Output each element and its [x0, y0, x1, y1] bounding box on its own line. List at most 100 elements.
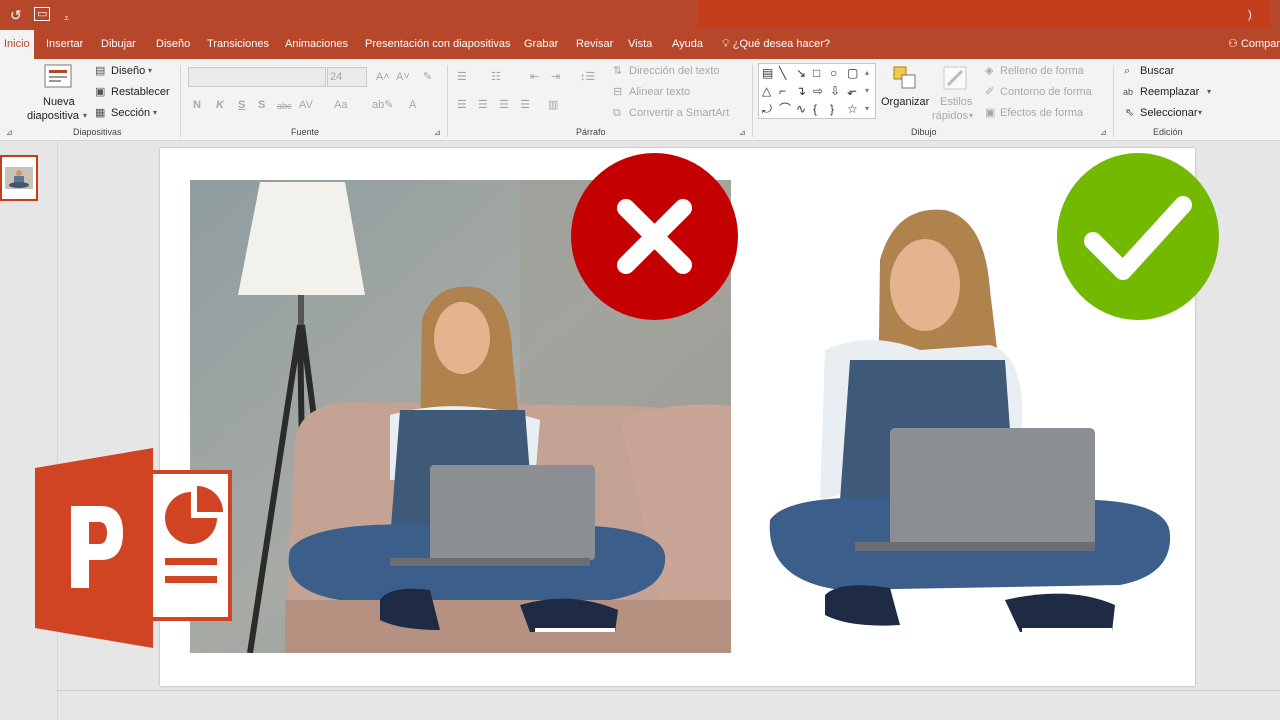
effects-icon: ▣	[985, 107, 996, 119]
bullets-icon[interactable]: ☰	[457, 70, 467, 84]
align-right-icon[interactable]: ☰	[499, 98, 509, 112]
right-brace-shape-icon[interactable]: }	[830, 102, 834, 116]
font-color-icon[interactable]: A	[409, 98, 416, 112]
lightbulb-icon: 💡︎	[722, 38, 730, 50]
char-spacing-button[interactable]: AV	[299, 98, 313, 112]
tab-grabar[interactable]: Grabar	[524, 30, 558, 59]
line-shape-icon[interactable]: ╲	[779, 66, 786, 80]
right-arrow-shape-icon[interactable]: ⇨	[813, 84, 823, 98]
justify-icon[interactable]: ☰	[520, 98, 530, 112]
font-size-box[interactable]: 24	[327, 67, 367, 87]
chevron-down-icon[interactable]: ▾	[148, 64, 152, 78]
tab-diseno[interactable]: Diseño	[156, 30, 190, 59]
rounded-rect-shape-icon[interactable]: ▢	[847, 66, 858, 80]
tab-revisar[interactable]: Revisar	[576, 30, 613, 59]
shapes-gallery[interactable]: ▤ ╲ ↘ □ ○ ▢ △ ⌐ ↴ ⇨ ⇩ ⬐ ⤾ ⌒ ∿ { } ☆ ▴ ▾ …	[758, 63, 876, 119]
down-arrow-shape-icon[interactable]: ⇩	[830, 84, 840, 98]
arrow-line-shape-icon[interactable]: ↘	[796, 66, 806, 80]
chevron-down-icon[interactable]: ▾	[83, 109, 87, 123]
shape-outline-button[interactable]: Contorno de forma	[1000, 85, 1092, 99]
arrange-icon	[893, 66, 916, 89]
rectangle-shape-icon[interactable]: □	[813, 66, 820, 80]
oval-shape-icon[interactable]: ○	[830, 66, 837, 80]
tab-presentacion[interactable]: Presentación con diapositivas	[365, 30, 511, 59]
numbering-icon[interactable]: ☷	[491, 70, 501, 84]
align-center-icon[interactable]: ☰	[478, 98, 488, 112]
section-button[interactable]: Sección	[111, 106, 150, 120]
tab-insertar[interactable]: Insertar	[46, 30, 83, 59]
arrange-button[interactable]: Organizar	[881, 95, 929, 109]
clear-format-icon[interactable]: ✎	[423, 70, 432, 84]
gallery-more-icon[interactable]: ▾	[865, 102, 869, 116]
chevron-down-icon[interactable]: ▾	[153, 106, 157, 120]
shrink-font-icon[interactable]: A˅	[396, 70, 410, 84]
align-left-icon[interactable]: ☰	[457, 98, 467, 112]
chevron-down-icon[interactable]: ▾	[1207, 85, 1211, 99]
connector-shape-icon[interactable]: ↴	[796, 84, 806, 98]
gallery-down-icon[interactable]: ▾	[865, 84, 869, 98]
tell-me-box[interactable]: 💡︎ ¿Qué desea hacer?	[722, 30, 830, 59]
freeform-shape-icon[interactable]: ∿	[796, 102, 806, 116]
account-icon[interactable]: )	[1248, 6, 1252, 24]
reset-button[interactable]: Restablecer	[111, 85, 170, 99]
font-name-box[interactable]	[188, 67, 326, 87]
text-direction-button[interactable]: Dirección del texto	[629, 64, 720, 78]
curve-shape-icon[interactable]: ⤾	[762, 102, 772, 116]
quick-styles-label-1[interactable]: Estilos	[940, 95, 972, 109]
tab-inicio[interactable]: Inicio	[0, 30, 34, 59]
gallery-up-icon[interactable]: ▴	[865, 66, 869, 80]
increase-indent-icon[interactable]: ⇥	[551, 70, 560, 84]
line-spacing-icon[interactable]: ↕☰	[580, 70, 595, 84]
tab-vista[interactable]: Vista	[628, 30, 652, 59]
left-brace-shape-icon[interactable]: {	[813, 102, 817, 116]
highlight-icon[interactable]: ab✎	[372, 98, 393, 112]
find-button[interactable]: Buscar	[1140, 64, 1174, 78]
group-label-parrafo: Párrafo	[576, 127, 606, 137]
paint-bucket-icon: ◈	[985, 65, 994, 77]
elbow-shape-icon[interactable]: ⌐	[779, 84, 786, 98]
change-case-button[interactable]: Aa	[334, 98, 347, 112]
replace-button[interactable]: Reemplazar	[1140, 85, 1199, 99]
bold-button[interactable]: N	[193, 98, 201, 112]
underline-button[interactable]: S	[238, 98, 245, 112]
grow-font-icon[interactable]: A˄	[376, 70, 390, 84]
italic-button[interactable]: K	[216, 98, 224, 112]
tab-dibujar[interactable]: Dibujar	[101, 30, 136, 59]
new-slide-label-1[interactable]: Nueva	[43, 95, 75, 109]
select-button[interactable]: Seleccionar	[1140, 106, 1197, 120]
triangle-shape-icon[interactable]: △	[762, 84, 771, 98]
arc-shape-icon[interactable]: ⌒	[779, 102, 791, 116]
layout-button[interactable]: Diseño	[111, 64, 145, 78]
strikethrough-button[interactable]: abc	[277, 99, 292, 113]
dialog-launcher-icon[interactable]: ⊿	[739, 126, 746, 140]
present-from-start-icon[interactable]: ▭	[34, 7, 51, 21]
share-button[interactable]: ⚇ Compar	[1228, 30, 1280, 59]
customize-qat-icon[interactable]: ⩡	[64, 9, 69, 27]
quick-styles-label-2[interactable]: rápidos	[932, 109, 968, 123]
smartart-button[interactable]: Convertir a SmartArt	[629, 106, 729, 120]
tab-animaciones[interactable]: Animaciones	[285, 30, 348, 59]
title-banner	[698, 0, 1270, 28]
dialog-launcher-icon[interactable]: ⊿	[6, 126, 13, 140]
select-cursor-icon: ⇖	[1125, 107, 1135, 119]
dialog-launcher-icon[interactable]: ⊿	[1100, 126, 1107, 140]
new-slide-icon	[44, 64, 72, 88]
star-shape-icon[interactable]: ☆	[847, 102, 858, 116]
shape-fill-button[interactable]: Relleno de forma	[1000, 64, 1084, 78]
textbox-shape-icon[interactable]: ▤	[762, 66, 773, 80]
chevron-down-icon[interactable]: ▾	[1198, 106, 1202, 120]
shadow-button[interactable]: S	[258, 98, 265, 112]
person-icon: ⚇	[1228, 38, 1238, 50]
align-text-button[interactable]: Alinear texto	[629, 85, 690, 99]
undo-icon[interactable]: ↺	[10, 6, 22, 24]
slide-thumbnail[interactable]	[0, 155, 38, 201]
new-slide-label-2[interactable]: diapositiva	[27, 109, 79, 123]
decrease-indent-icon[interactable]: ⇤	[530, 70, 539, 84]
tab-transiciones[interactable]: Transiciones	[207, 30, 269, 59]
dialog-launcher-icon[interactable]: ⊿	[434, 126, 441, 140]
callout-shape-icon[interactable]: ⬐	[847, 84, 857, 98]
columns-icon[interactable]: ▥	[548, 98, 558, 112]
tab-ayuda[interactable]: Ayuda	[672, 30, 703, 59]
shape-effects-button[interactable]: Efectos de forma	[1000, 106, 1083, 120]
chevron-down-icon[interactable]: ▾	[969, 109, 973, 123]
